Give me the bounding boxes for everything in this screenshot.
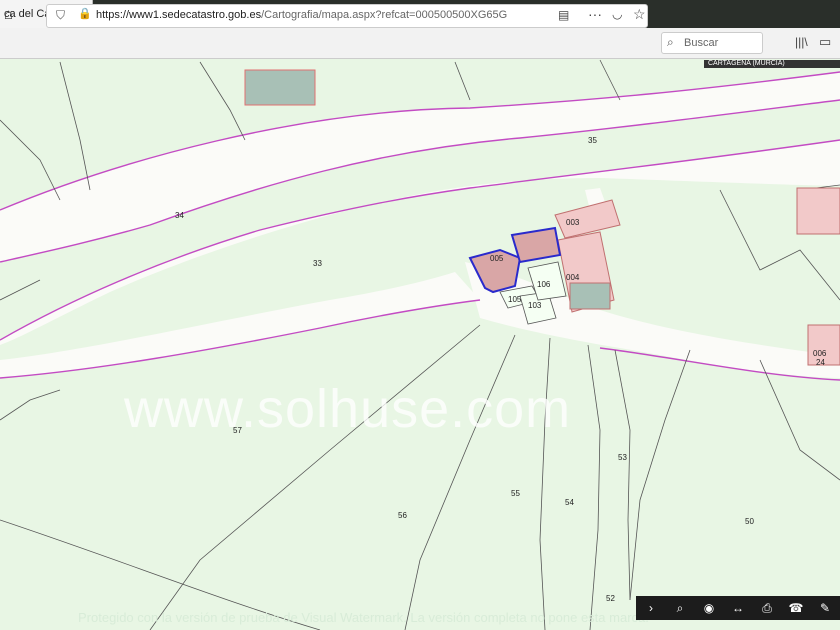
url-host: https://www1.sedecatastro.gob.es <box>96 9 262 21</box>
cadastral-map[interactable] <box>0 59 840 630</box>
parcel-label[interactable]: 004 <box>566 273 579 282</box>
parcel-label[interactable]: 55 <box>511 489 520 498</box>
parcel-label[interactable]: 003 <box>566 218 579 227</box>
parcel-label[interactable]: 103 <box>528 301 541 310</box>
map-canvas <box>0 59 840 630</box>
reader-icon[interactable]: ▤ <box>558 8 569 22</box>
more-icon[interactable]: ··· <box>588 6 602 22</box>
measure-icon[interactable]: ↔ <box>723 598 753 618</box>
url-path: /Cartografia/mapa.aspx?refcat=000500500X… <box>261 9 508 21</box>
parcel-label[interactable]: 34 <box>175 211 184 220</box>
print-icon[interactable]: ⎙ <box>752 598 782 618</box>
sidebar-icon[interactable]: ▭ <box>819 34 831 50</box>
search-placeholder: Buscar <box>684 37 719 49</box>
parcel-label[interactable]: 35 <box>588 136 597 145</box>
roads-fill <box>0 72 840 378</box>
url-text[interactable]: https://www1.sedecatastro.gob.es/Cartogr… <box>96 9 528 21</box>
watermark-notice: Protegido con la versión de prueba de Vi… <box>78 610 649 625</box>
lock-icon[interactable]: 🔒 <box>78 7 92 20</box>
next-icon[interactable]: › <box>636 598 666 618</box>
home-icon[interactable]: ⌂ <box>4 6 13 23</box>
municipality-label: CARTAGENA (MURCIA) <box>704 60 840 68</box>
edit-icon[interactable]: ✎ <box>810 598 840 618</box>
layers-icon[interactable]: ◉ <box>694 598 724 618</box>
parcel-label[interactable]: 33 <box>313 259 322 268</box>
search-icon: ⌕ <box>667 35 674 49</box>
parcel-label[interactable]: 24 <box>816 358 825 367</box>
parcel-label[interactable]: 54 <box>565 498 574 507</box>
parcel-label[interactable]: 105 <box>508 295 521 304</box>
parcel-label[interactable]: 006 <box>813 349 826 358</box>
shield-icon[interactable]: ⛉ <box>56 8 65 23</box>
parcel-label[interactable]: 005 <box>490 254 503 263</box>
pocket-icon[interactable]: ◡ <box>612 7 622 21</box>
parcel-label[interactable]: 52 <box>606 594 615 603</box>
parcel-label[interactable]: 53 <box>618 453 627 462</box>
parcel-label[interactable]: 106 <box>537 280 550 289</box>
zoom-icon[interactable]: ⌕ <box>665 598 695 618</box>
parcel-label[interactable]: 56 <box>398 511 407 520</box>
parcel-label[interactable]: 50 <box>745 517 754 526</box>
contact-icon[interactable]: ☎ <box>781 598 811 618</box>
star-icon[interactable]: ☆ <box>633 6 646 23</box>
library-icon[interactable]: |||\ <box>795 35 808 49</box>
watermark: www.solhuse.com <box>124 379 572 439</box>
